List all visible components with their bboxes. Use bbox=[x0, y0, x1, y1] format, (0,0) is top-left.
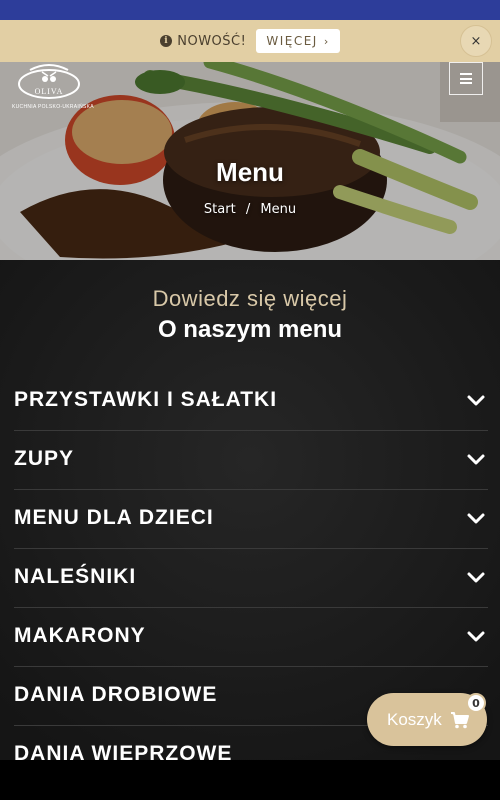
chevron-down-icon bbox=[467, 631, 485, 642]
logo[interactable]: OLIVA KUCHNIA POLSKO-UKRAIŃSKA bbox=[12, 62, 94, 114]
breadcrumb-home[interactable]: Start bbox=[204, 202, 236, 217]
breadcrumb-current: Menu bbox=[260, 202, 297, 217]
logo-tagline: KUCHNIA POLSKO-UKRAIŃSKA bbox=[12, 104, 94, 110]
more-button-label: WIĘCEJ bbox=[266, 34, 318, 48]
notice-label: NOWOŚĆ! bbox=[177, 33, 247, 49]
page-title: Menu bbox=[216, 157, 284, 187]
info-icon: i bbox=[160, 35, 173, 47]
notice-bar: i NOWOŚĆ! WIĘCEJ › × bbox=[0, 20, 500, 62]
chevron-down-icon bbox=[467, 572, 485, 583]
menu-section: Dowiedz się więcej O naszym menu PRZYSTA… bbox=[0, 260, 500, 760]
section-subtitle: Dowiedz się więcej bbox=[152, 286, 348, 311]
cart-icon bbox=[450, 711, 469, 728]
close-icon[interactable]: × bbox=[460, 25, 492, 57]
category-label: MENU DLA DZIECI bbox=[14, 506, 214, 529]
hamburger-menu-button[interactable] bbox=[449, 62, 483, 95]
category-label: NALEŚNIKI bbox=[14, 565, 137, 588]
category-item[interactable]: PRZYSTAWKI I SAŁATKI bbox=[14, 372, 488, 431]
chevron-right-icon: › bbox=[323, 34, 330, 48]
more-button[interactable]: WIĘCEJ › bbox=[256, 29, 340, 53]
category-label: ZUPY bbox=[14, 447, 75, 470]
bottom-bar bbox=[0, 760, 500, 800]
category-label: DANIA DROBIOWE bbox=[14, 683, 218, 706]
section-title: O naszym menu bbox=[157, 316, 343, 343]
cart-count-badge: 0 bbox=[466, 693, 486, 713]
hamburger-icon bbox=[460, 73, 472, 84]
category-label: PRZYSTAWKI I SAŁATKI bbox=[14, 388, 278, 411]
category-item[interactable]: NALEŚNIKI bbox=[14, 549, 488, 608]
logo-mark-icon: OLIVA bbox=[18, 64, 80, 99]
notice-text: i NOWOŚĆ! bbox=[160, 34, 246, 49]
cart-label: Koszyk bbox=[387, 709, 442, 729]
chevron-down-icon bbox=[467, 395, 485, 406]
breadcrumb-separator: / bbox=[245, 202, 251, 217]
chevron-down-icon bbox=[467, 513, 485, 524]
category-label: DANIA WIEPRZOWE bbox=[14, 742, 233, 760]
category-item[interactable]: ZUPY bbox=[14, 431, 488, 490]
breadcrumb: Start / Menu bbox=[0, 202, 500, 217]
category-item[interactable]: MAKARONY bbox=[14, 608, 488, 667]
category-label: MAKARONY bbox=[14, 624, 146, 647]
svg-text:OLIVA: OLIVA bbox=[35, 87, 64, 96]
hero-banner: OLIVA KUCHNIA POLSKO-UKRAIŃSKA Menu Star… bbox=[0, 62, 500, 260]
status-bar bbox=[0, 0, 500, 20]
category-item[interactable]: MENU DLA DZIECI bbox=[14, 490, 488, 549]
chevron-down-icon bbox=[467, 454, 485, 465]
